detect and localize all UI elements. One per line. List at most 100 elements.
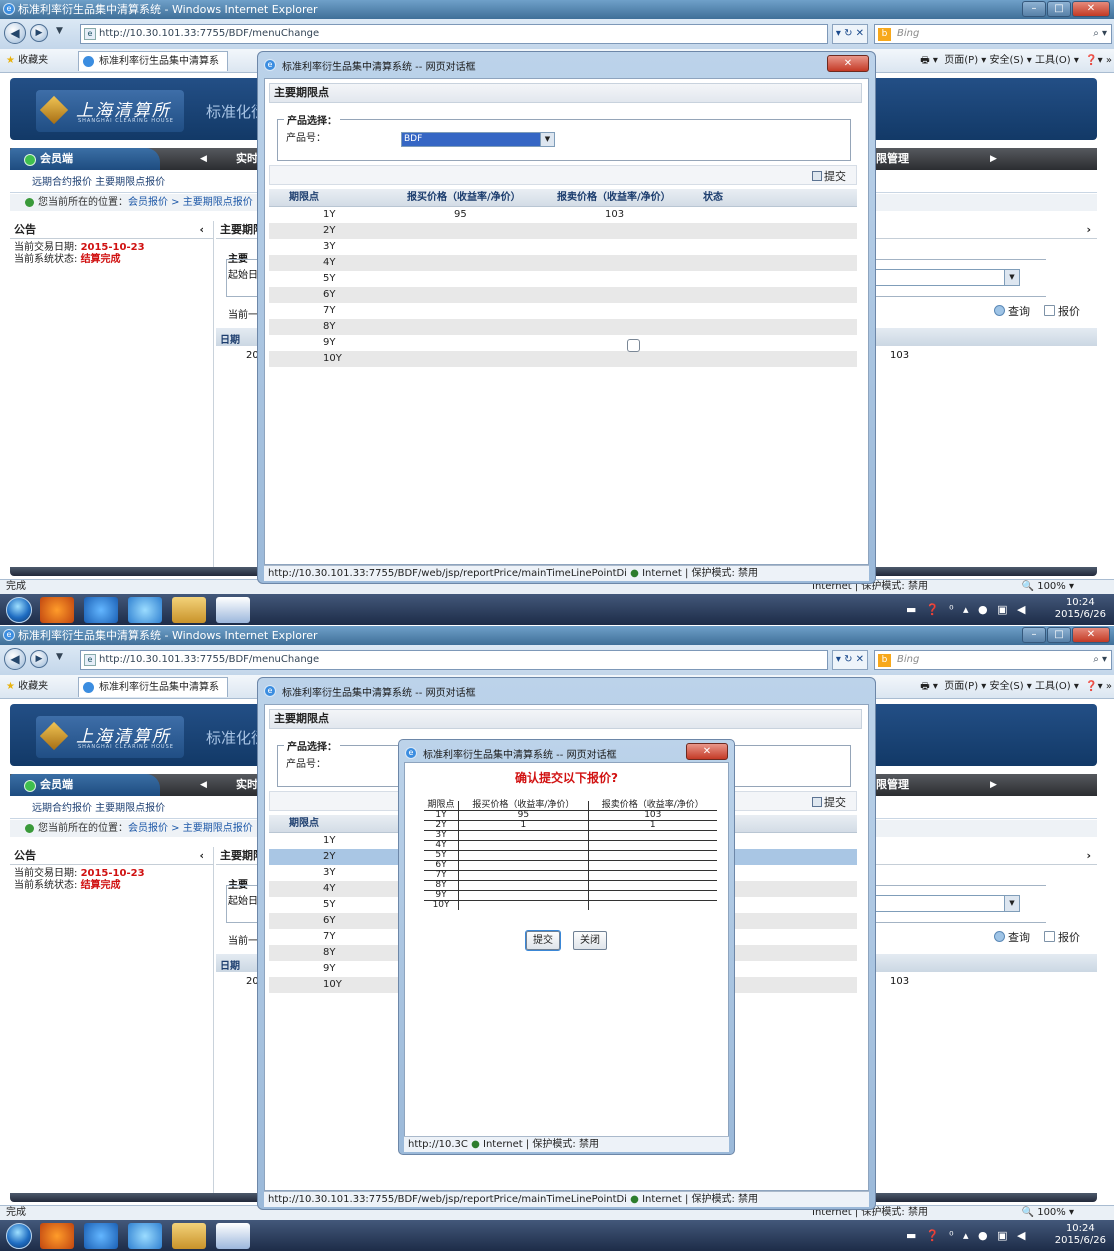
- close-window-button[interactable]: ✕: [1072, 1, 1110, 17]
- term-row[interactable]: 5Y: [269, 271, 857, 287]
- system-tray-icons[interactable]: ▬ ❓ ⁰ ▴ ● ▣ ◀: [906, 1229, 1028, 1242]
- clock[interactable]: 10:24 2015/6/26: [1055, 597, 1106, 621]
- cell-buy: 95: [454, 209, 467, 220]
- minimize-button[interactable]: –: [1022, 627, 1046, 643]
- firefox-icon[interactable]: [40, 597, 74, 623]
- expand-icon[interactable]: ›: [1086, 847, 1091, 865]
- term-row[interactable]: 8Y: [269, 319, 857, 335]
- confirm-cell: [458, 840, 589, 851]
- col-status: 状态: [703, 192, 723, 203]
- refresh-stop-buttons[interactable]: ▾ ↻ ✕: [832, 24, 868, 44]
- refresh-stop-buttons[interactable]: ▾ ↻ ✕: [832, 650, 868, 670]
- close-window-button[interactable]: ✕: [1072, 627, 1110, 643]
- back-button[interactable]: ◀: [4, 22, 26, 44]
- cell-term: 6Y: [323, 289, 336, 300]
- confirm-row: 5Y: [424, 850, 717, 861]
- start-button[interactable]: [6, 1223, 32, 1249]
- cell-term: 3Y: [323, 241, 336, 252]
- firefox-icon[interactable]: [40, 1223, 74, 1249]
- back-button[interactable]: ◀: [4, 648, 26, 670]
- confirm-cell: [458, 880, 589, 891]
- url-field[interactable]: e http://10.30.101.33:7755/BDF/menuChange: [80, 24, 828, 44]
- col-sell: 报卖价格（收益率/净价）: [557, 192, 671, 203]
- forward-button[interactable]: ▶: [30, 650, 48, 668]
- search-icon[interactable]: ⌕ ▾: [1093, 651, 1107, 669]
- explorer-icon[interactable]: [172, 1223, 206, 1249]
- word-icon[interactable]: [216, 1223, 250, 1249]
- minimize-button[interactable]: –: [1022, 1, 1046, 17]
- menu-left-arrow-icon[interactable]: ◀: [200, 148, 207, 170]
- term-table: 期限点 报买价格（收益率/净价） 报卖价格（收益率/净价） 状态 1Y 95 103…: [269, 189, 857, 367]
- word-icon[interactable]: [216, 597, 250, 623]
- browser-tab[interactable]: 标准利率衍生品集中清算系统: [78, 51, 228, 87]
- term-row[interactable]: 9Y: [269, 335, 857, 351]
- menu-right-arrow-icon[interactable]: ▶: [990, 148, 997, 170]
- favorites-button[interactable]: ★ 收藏夹: [6, 49, 48, 73]
- trade-date-line: 当前交易日期: 2015-10-23: [14, 868, 145, 879]
- col-term: 期限点: [289, 818, 319, 829]
- term-row[interactable]: 3Y: [269, 239, 857, 255]
- query-button[interactable]: 查询: [994, 303, 1030, 319]
- maximize-button[interactable]: □: [1047, 627, 1071, 643]
- start-button[interactable]: [6, 597, 32, 623]
- history-dropdown-icon[interactable]: ▼: [56, 652, 63, 662]
- favorites-button[interactable]: ★ 收藏夹: [6, 675, 48, 699]
- search-input[interactable]: b Bing ⌕ ▾: [874, 650, 1112, 670]
- term-row[interactable]: 6Y: [269, 287, 857, 303]
- term-row[interactable]: 4Y: [269, 255, 857, 271]
- collapse-icon[interactable]: ‹: [199, 221, 204, 239]
- menu-item-realtime[interactable]: 实时: [236, 148, 258, 170]
- member-tab[interactable]: 会员端: [10, 148, 160, 170]
- confirm-row: 8Y: [424, 880, 717, 891]
- confirm-close-button[interactable]: 关闭: [573, 931, 607, 950]
- dialog-close-button[interactable]: ✕: [827, 55, 869, 72]
- query-button[interactable]: 查询: [994, 929, 1030, 945]
- system-status-line: 当前系统状态: 结算完成: [14, 254, 121, 265]
- ie-taskbar-icon[interactable]: [84, 597, 118, 623]
- menu-right-arrow-icon[interactable]: ▶: [990, 774, 997, 796]
- messenger-icon[interactable]: [128, 1223, 162, 1249]
- cell-term: 7Y: [323, 931, 336, 942]
- search-input[interactable]: b Bing ⌕ ▾: [874, 24, 1112, 44]
- history-dropdown-icon[interactable]: ▼: [56, 26, 63, 36]
- term-row[interactable]: 10Y: [269, 351, 857, 367]
- confirm-cell: 1: [458, 820, 589, 831]
- dept-select[interactable]: ▼: [868, 895, 1020, 912]
- command-bar[interactable]: 🖶 ▾ 页面(P) ▾ 安全(S) ▾ 工具(O) ▾ ❓▾ »: [920, 675, 1112, 699]
- system-tray-icons[interactable]: ▬ ❓ ⁰ ▴ ● ▣ ◀: [906, 603, 1028, 616]
- confirm-cell: [458, 850, 589, 861]
- confirm-heading: 确认提交以下报价?: [515, 771, 618, 785]
- floating-checkbox[interactable]: [627, 339, 640, 352]
- quote-button[interactable]: 报价: [1044, 303, 1080, 319]
- confirm-header-row: 期限点 报买价格（收益率/净价） 报卖价格（收益率/净价）: [424, 801, 717, 811]
- quote-button[interactable]: 报价: [1044, 929, 1080, 945]
- search-icon[interactable]: ⌕ ▾: [1093, 25, 1107, 43]
- confirm-submit-button[interactable]: 提交: [525, 930, 561, 951]
- maximize-button[interactable]: □: [1047, 1, 1071, 17]
- notice-title: 公告 ‹: [10, 847, 214, 865]
- submit-button[interactable]: 提交: [812, 168, 846, 184]
- browser-tab[interactable]: 标准利率衍生品集中清算系统: [78, 677, 228, 713]
- menu-item-risk[interactable]: 限管理: [876, 774, 909, 796]
- forward-button[interactable]: ▶: [30, 24, 48, 42]
- confirm-close-x-button[interactable]: ✕: [686, 743, 728, 760]
- dept-select[interactable]: ▼: [868, 269, 1020, 286]
- menu-item-risk[interactable]: 限管理: [876, 148, 909, 170]
- menu-left-arrow-icon[interactable]: ◀: [200, 774, 207, 796]
- term-row[interactable]: 7Y: [269, 303, 857, 319]
- expand-icon[interactable]: ›: [1086, 221, 1091, 239]
- url-field[interactable]: e http://10.30.101.33:7755/BDF/menuChange: [80, 650, 828, 670]
- ie-taskbar-icon[interactable]: [84, 1223, 118, 1249]
- confirm-row: 10Y: [424, 900, 717, 910]
- term-row[interactable]: 2Y: [269, 223, 857, 239]
- menu-item-realtime[interactable]: 实时: [236, 774, 258, 796]
- collapse-icon[interactable]: ‹: [199, 847, 204, 865]
- term-row[interactable]: 1Y 95 103: [269, 207, 857, 223]
- submit-button[interactable]: 提交: [812, 794, 846, 810]
- command-bar[interactable]: 🖶 ▾ 页面(P) ▾ 安全(S) ▾ 工具(O) ▾ ❓▾ »: [920, 49, 1112, 73]
- product-select[interactable]: BDF ▼: [401, 132, 555, 147]
- explorer-icon[interactable]: [172, 597, 206, 623]
- member-tab[interactable]: 会员端: [10, 774, 160, 796]
- clock[interactable]: 10:24 2015/6/26: [1055, 1223, 1106, 1247]
- messenger-icon[interactable]: [128, 597, 162, 623]
